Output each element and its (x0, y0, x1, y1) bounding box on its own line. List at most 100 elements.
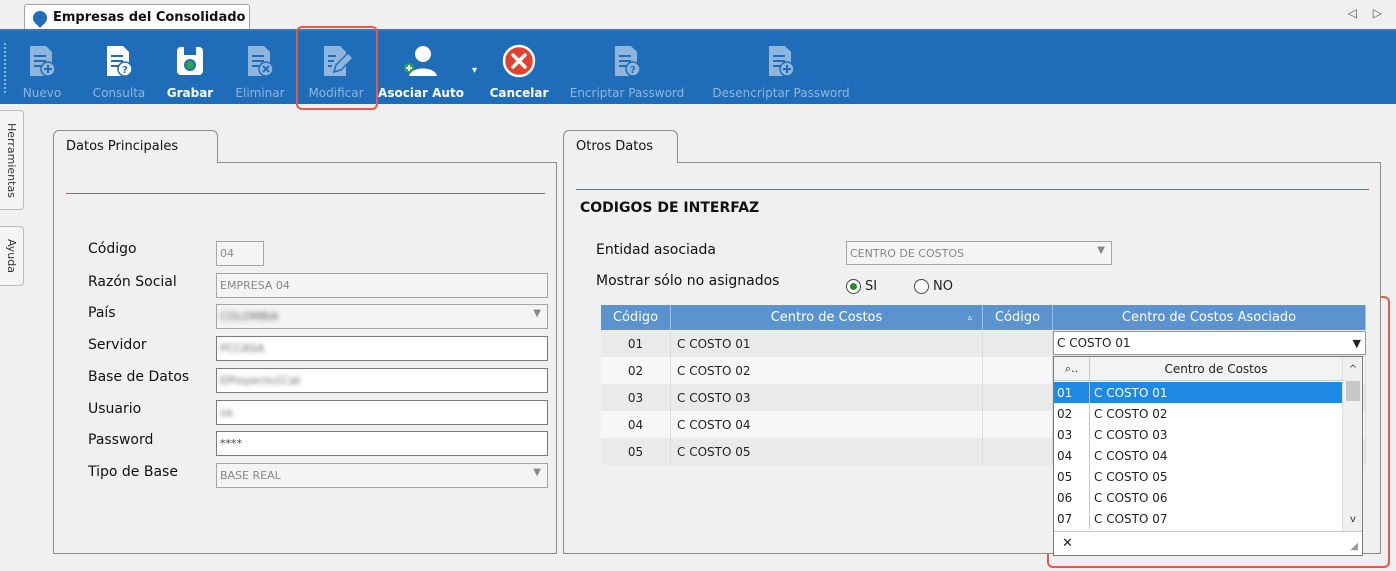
item-code: 04 (1054, 445, 1090, 466)
item-code: 07 (1054, 508, 1090, 529)
entidad-value: CENTRO DE COSTOS (850, 247, 964, 260)
app-icon (30, 7, 50, 28)
encriptar-password-button[interactable]: ? Encriptar Password (562, 31, 692, 106)
ayuda-label: Ayuda (5, 239, 18, 273)
cancelar-button[interactable]: Cancelar (488, 31, 550, 106)
tab-ayuda[interactable]: Ayuda (0, 226, 24, 286)
servidor-value: PCCASA (220, 342, 265, 355)
dropdown-header-code[interactable]: ⌕.. (1054, 357, 1090, 380)
pais-combo[interactable]: COLOMBIA ▼ (216, 304, 548, 329)
col-header-codigo-asoc[interactable]: Código (983, 305, 1053, 330)
dropdown-header: ⌕.. Centro de Costos (1054, 357, 1342, 381)
consulta-label: Consulta (92, 86, 146, 100)
chevron-down-icon[interactable]: ▼ (1097, 245, 1105, 256)
cell-codigo: 05 (601, 438, 671, 465)
asociar-auto-button[interactable]: Asociar Auto (378, 31, 464, 106)
base-datos-field[interactable]: EProyecto1Cat (216, 368, 548, 393)
document-tab[interactable]: Empresas del Consolidado (24, 4, 250, 30)
cell-codigo-asoc (983, 411, 1053, 438)
servidor-label: Servidor (88, 337, 147, 353)
dropdown-header-name[interactable]: Centro de Costos (1090, 357, 1342, 380)
radio-si-label: SI (865, 279, 878, 294)
save-icon (177, 47, 203, 75)
user-add-icon (404, 46, 437, 76)
consulta-button[interactable]: ? Consulta (86, 31, 152, 106)
radio-no-label: NO (933, 279, 953, 294)
scroll-thumb[interactable] (1346, 381, 1360, 401)
cell-centro: C COSTO 03 (671, 384, 983, 411)
col-header-codigo[interactable]: Código (601, 305, 671, 330)
col-header-centro-costos-label: Centro de Costos (770, 310, 883, 325)
cell-codigo-asoc (983, 384, 1053, 411)
item-name: C COSTO 07 (1094, 511, 1168, 526)
list-item[interactable]: 02 C COSTO 02 (1054, 403, 1342, 424)
radio-si[interactable]: SI (846, 279, 877, 294)
chevron-down-icon[interactable]: ▼ (1353, 337, 1361, 350)
radio-selected-icon (846, 279, 861, 294)
desencriptar-label: Desencriptar Password (712, 86, 850, 100)
item-code: 05 (1054, 466, 1090, 487)
entidad-label: Entidad asociada (596, 242, 716, 258)
base-datos-label: Base de Datos (88, 369, 190, 385)
list-item[interactable]: 01 C COSTO 01 (1054, 382, 1342, 403)
nuevo-label: Nuevo (22, 86, 62, 100)
item-code: 01 (1054, 382, 1090, 403)
tipo-base-value: BASE REAL (220, 469, 281, 482)
centro-asociado-combo[interactable]: C COSTO 01 ▼ (1053, 331, 1366, 355)
section-title: CODIGOS DE INTERFAZ (580, 200, 760, 216)
col-header-centro-asociado[interactable]: Centro de Costos Asociado (1053, 305, 1366, 330)
usuario-value: sa (220, 406, 233, 419)
col-header-centro-costos[interactable]: Centro de Costos ▵ (671, 305, 983, 330)
password-field[interactable]: **** (216, 431, 548, 456)
cancelar-label: Cancelar (489, 86, 549, 100)
asociar-auto-label: Asociar Auto (378, 86, 464, 100)
servidor-field[interactable]: PCCASA (216, 336, 548, 361)
codigo-label: Código (88, 241, 137, 257)
chevron-down-icon[interactable]: ▼ (533, 308, 541, 319)
tipo-base-combo[interactable]: BASE REAL ▼ (216, 463, 548, 488)
pais-value: COLOMBIA (220, 310, 279, 323)
list-item[interactable]: 06 C COSTO 06 (1054, 487, 1342, 508)
list-item[interactable]: 05 C COSTO 05 (1054, 466, 1342, 487)
eliminar-button[interactable]: Eliminar (230, 31, 290, 106)
centro-costos-dropdown-list: ⌕.. Centro de Costos 01 C COSTO 01 02 C CO… (1053, 356, 1363, 556)
list-item[interactable]: 07 C COSTO 07 (1054, 508, 1342, 529)
nuevo-button[interactable]: Nuevo (14, 31, 70, 106)
grabar-button[interactable]: Grabar (162, 31, 218, 106)
item-code: 02 (1054, 403, 1090, 424)
sort-asc-icon: ▵ (967, 312, 972, 323)
cell-codigo-asoc (983, 438, 1053, 465)
tab-otros-datos[interactable]: Otros Datos (563, 130, 678, 163)
chevron-down-icon[interactable]: v (1343, 509, 1363, 529)
tab-nav-arrows[interactable]: ◁ ▷ (1348, 6, 1388, 20)
chevron-down-icon[interactable]: ▼ (533, 467, 541, 478)
razon-social-field[interactable]: EMPRESA 04 (216, 273, 548, 298)
cell-codigo: 03 (601, 384, 671, 411)
item-code: 03 (1054, 424, 1090, 445)
item-name: C COSTO 04 (1094, 448, 1168, 463)
cell-centro: C COSTO 01 (671, 330, 983, 357)
entidad-combo[interactable]: CENTRO DE COSTOS ▼ (846, 241, 1112, 265)
tab-herramientas[interactable]: Herramientas (0, 110, 24, 210)
herramientas-label: Herramientas (5, 122, 18, 198)
usuario-field[interactable]: sa (216, 400, 548, 425)
toolbar-grip[interactable] (4, 43, 7, 93)
item-name: C COSTO 03 (1094, 427, 1168, 442)
chevron-up-icon[interactable]: ^ (1343, 359, 1363, 379)
query-doc-icon: ? (107, 46, 133, 77)
resize-grip-icon[interactable]: ◢ (1350, 541, 1358, 552)
radio-no[interactable]: NO (914, 279, 953, 294)
list-item[interactable]: 03 C COSTO 03 (1054, 424, 1342, 445)
desencriptar-password-button[interactable]: Desencriptar Password (704, 31, 858, 106)
mostrar-label: Mostrar sólo no asignados (596, 273, 780, 289)
svg-text:?: ? (122, 65, 128, 76)
dropdown-scrollbar[interactable]: ^ v (1342, 357, 1362, 531)
tab-datos-principales[interactable]: Datos Principales (53, 130, 218, 163)
asociar-dropdown-caret[interactable]: ▾ (472, 65, 477, 76)
codigo-field[interactable]: 04 (216, 241, 264, 266)
item-code: 06 (1054, 487, 1090, 508)
encrypt-doc-icon: ? (615, 46, 641, 77)
razon-social-label: Razón Social (88, 274, 177, 290)
close-icon[interactable]: ✕ (1062, 536, 1073, 551)
list-item[interactable]: 04 C COSTO 04 (1054, 445, 1342, 466)
